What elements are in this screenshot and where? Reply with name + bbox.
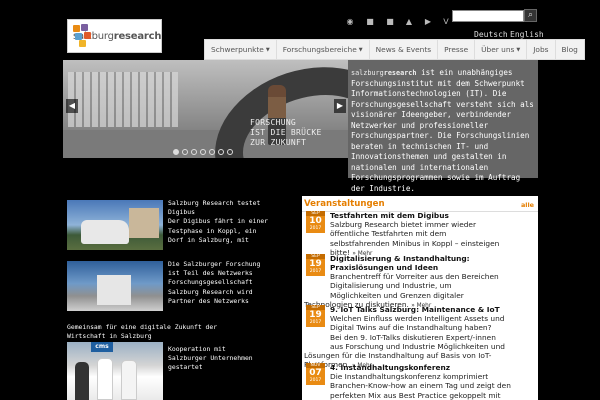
news-image-cooperation[interactable]: cms: [67, 342, 163, 400]
events-title[interactable]: Veranstaltungen: [304, 199, 385, 209]
intro-text: salzburgresearch ist ein unabhängiges Fo…: [351, 68, 534, 193]
event-title[interactable]: Testfahrten mit dem Digibus: [330, 211, 536, 220]
chevron-down-icon: ▼: [358, 46, 363, 53]
slider-dot[interactable]: [227, 149, 233, 155]
news-image-network[interactable]: [67, 261, 163, 311]
event-description: Branchentreff für Vorreiter aus den Bere…: [330, 272, 499, 300]
nav-presse[interactable]: Presse: [438, 40, 476, 59]
nav-ueber-uns[interactable]: Über uns ▼: [475, 40, 528, 59]
nav-forschungsbereiche[interactable]: Forschungsbereiche ▼: [277, 40, 370, 59]
event-description: Die Instandhaltungskonferenz komprimiert…: [330, 372, 511, 400]
facebook-icon[interactable]: ■: [364, 15, 376, 27]
news-text-digibus[interactable]: Salzburg Research testet Digibus Der Dig…: [168, 199, 296, 245]
news-image-digibus[interactable]: [67, 200, 163, 250]
lang-english[interactable]: English: [510, 30, 544, 39]
salzburg-research-logo[interactable]: salzburgresearch: [67, 19, 162, 53]
slider-prev-button[interactable]: ◀: [66, 99, 78, 113]
nav-blog[interactable]: Blog: [556, 40, 584, 59]
slider-tagline: FORSCHUNG IST DIE BRÜCKE ZUR ZUKUNFT: [250, 118, 322, 147]
nav-jobs[interactable]: Jobs: [527, 40, 556, 59]
slider-next-button[interactable]: ▶: [334, 99, 346, 113]
events-all-link[interactable]: alle: [521, 201, 534, 209]
chevron-down-icon: ▼: [265, 46, 270, 53]
search-icon: ⌕: [527, 10, 534, 20]
linkedin-icon[interactable]: ■: [384, 15, 396, 27]
slider-dot[interactable]: [200, 149, 206, 155]
slider-dot[interactable]: [182, 149, 188, 155]
events-header: Veranstaltungen alle: [302, 196, 538, 212]
slider-dot[interactable]: [191, 149, 197, 155]
search-button[interactable]: ⌕: [524, 9, 537, 22]
chevron-down-icon: ▼: [516, 46, 521, 53]
twitter-icon[interactable]: ▲: [403, 15, 415, 27]
slider-dots: [173, 149, 233, 155]
nav-schwerpunkte[interactable]: Schwerpunkte ▼: [205, 40, 277, 59]
lang-deutsch[interactable]: Deutsch: [474, 30, 508, 39]
chevron-right-icon: ▶: [336, 101, 344, 110]
event-title[interactable]: 4. Instandhaltungskonferenz: [330, 363, 536, 372]
news-text-cooperation[interactable]: Kooperation mit Salzburger Unternehmen g…: [168, 345, 296, 373]
chevron-left-icon: ◀: [68, 101, 76, 110]
slider-dot[interactable]: [173, 149, 179, 155]
intro-brand: salzburgresearch: [351, 69, 417, 77]
rss-icon[interactable]: ◉: [344, 15, 356, 27]
cms-sign-icon: cms: [91, 342, 113, 352]
event-date-badge: SEP 19 2017: [306, 254, 325, 276]
search-input[interactable]: [452, 10, 524, 22]
news-text-network[interactable]: Die Salzburger Forschung ist Teil des Ne…: [168, 260, 296, 306]
nav-news-events[interactable]: News & Events: [370, 40, 439, 59]
slider-dot[interactable]: [209, 149, 215, 155]
youtube-icon[interactable]: ▶: [422, 15, 434, 27]
event-date-badge: SEP 19 2017: [306, 305, 325, 327]
event-date-badge: SEP 10 2017: [306, 211, 325, 233]
event-title[interactable]: 9. IoT Talks Salzburg: Maintenance & IoT: [330, 305, 536, 314]
slider-building-image: [68, 72, 178, 127]
intro-panel: salzburgresearch ist ein unabhängiges Fo…: [348, 60, 538, 193]
main-nav: Schwerpunkte ▼ Forschungsbereiche ▼ News &…: [204, 39, 585, 60]
event-date-badge: NOV 07 2017: [306, 363, 325, 385]
news-text-wide[interactable]: Gemeinsam für eine digitale Zukunft der …: [67, 323, 297, 341]
event-description: Welchen Einfluss werden Intelligent Asse…: [330, 314, 505, 351]
events-panel: Veranstaltungen alle SEP 10 2017 Testfahrt…: [302, 196, 538, 400]
vimeo-icon[interactable]: ᐯ: [440, 15, 452, 27]
slider-dot[interactable]: [218, 149, 224, 155]
event-title[interactable]: Digitalisierung & Instandhaltung: Praxis…: [330, 254, 536, 272]
